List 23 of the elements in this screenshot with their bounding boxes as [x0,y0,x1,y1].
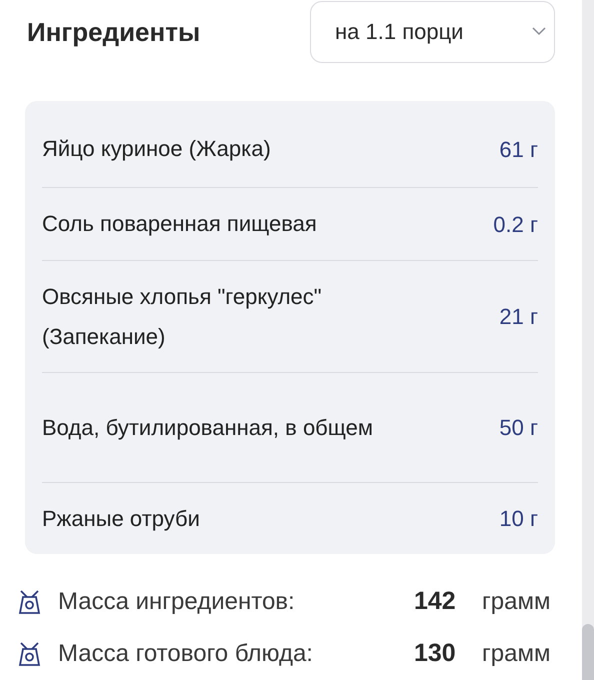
ingredient-name: Яйцо куриное (Жарка) [42,135,271,163]
ingredient-amount: 0.2 г [493,210,538,238]
scale-icon [18,641,41,667]
ingredient-name: Ржаные отруби [42,504,200,533]
summary-value: 130 [414,638,457,670]
section-title: Ингредиенты [27,16,200,49]
summary-label: Масса ингредиентов: [58,587,296,617]
ingredient-amount: 61 г [499,136,538,164]
summary-unit: грамм [482,639,550,669]
scrollbar[interactable] [582,0,594,680]
ingredient-amount: 10 г [499,505,538,533]
summary-unit: грамм [482,587,550,617]
scrollbar-thumb[interactable] [582,624,594,680]
ingredient-amount: 50 г [499,414,538,442]
ingredient-name: Овсяные хлопья "геркулес" (Запекание) [42,282,323,350]
summary-label: Масса готового блюда: [58,639,314,669]
chevron-down-icon [532,27,546,36]
ingredient-name: Соль поваренная пищевая [42,210,317,238]
ingredient-name: Вода, бутилированная, в общем [42,414,373,442]
scale-icon [18,589,41,615]
summary-value: 142 [414,586,457,618]
ingredient-amount: 21 г [499,303,538,331]
portion-dropdown[interactable]: на 1.1 порци [310,0,555,62]
